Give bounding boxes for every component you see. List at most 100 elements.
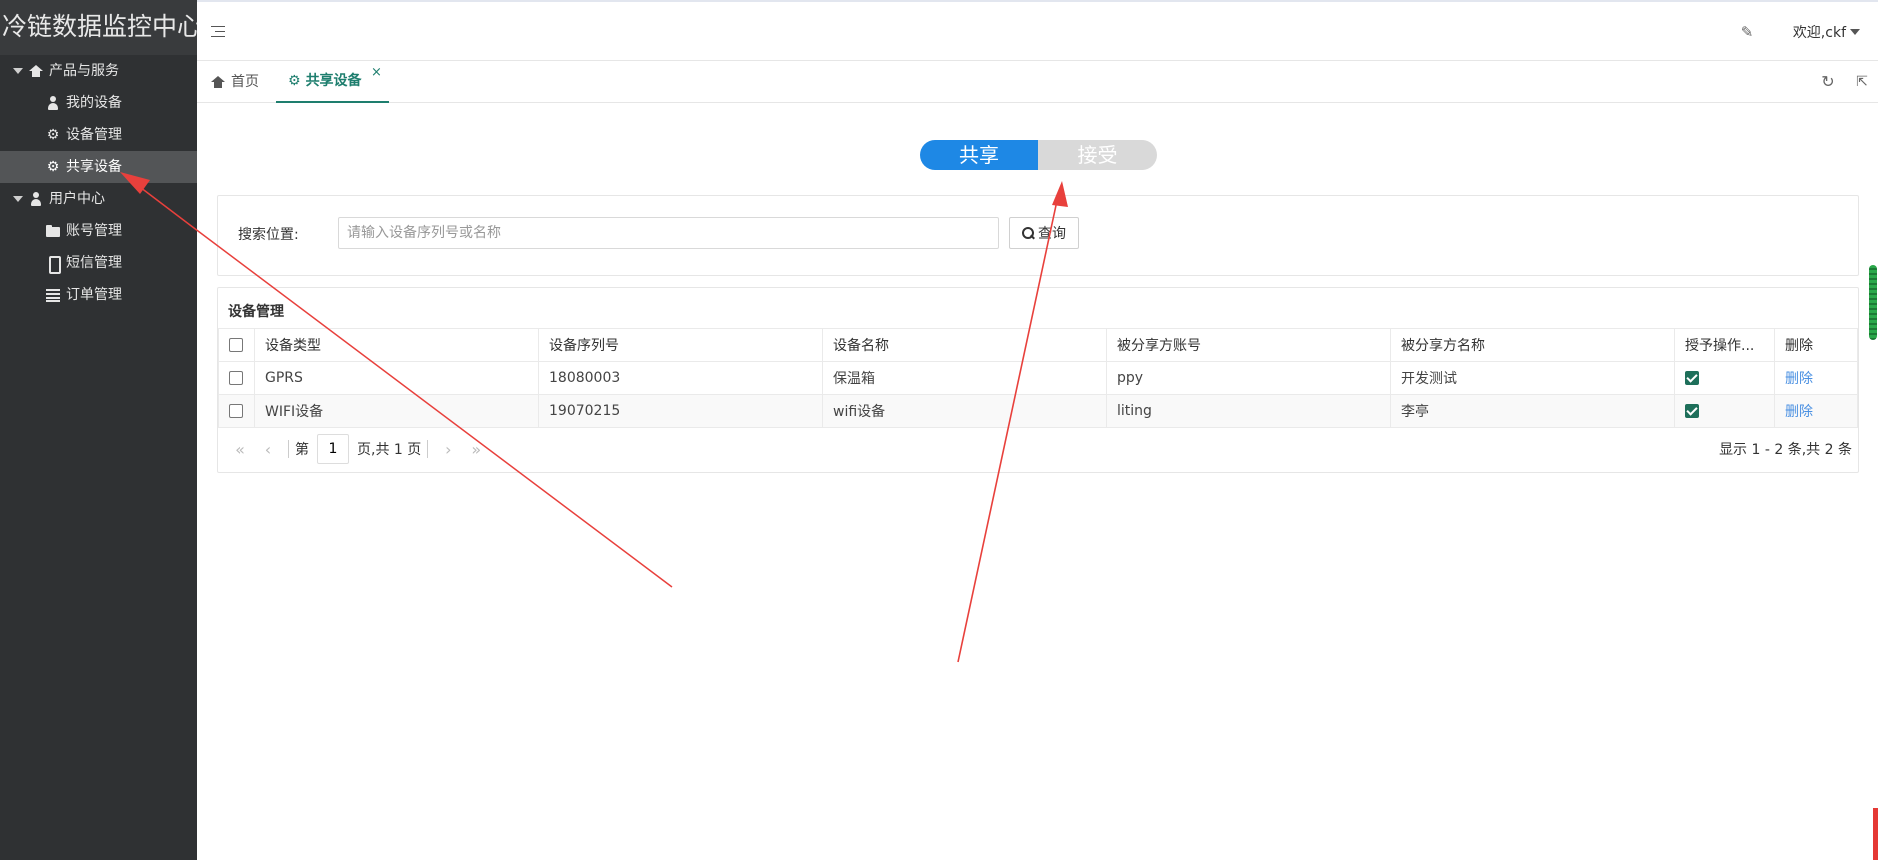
user-icon [29,192,43,206]
sidebar-group-user-center[interactable]: 用户中心 [0,183,197,215]
tab-bar: 首页 ⚙ 共享设备 × ↻ ⇱ [197,61,1878,103]
device-name-cell: 保温箱 [822,361,1107,395]
search-panel: 搜索位置: 查询 [217,195,1859,276]
gear-icon: ⚙ [46,127,60,143]
folder-icon [46,224,60,238]
column-header[interactable]: 设备名称 [822,328,1107,362]
sidebar-item-label: 短信管理 [66,255,122,271]
grant-cell [1674,394,1775,428]
column-header[interactable]: 被分享方账号 [1106,328,1391,362]
row-select-cell [218,361,255,395]
sidebar-item-shared-devices[interactable]: ⚙ 共享设备 [0,151,197,183]
column-header[interactable]: 删除 [1774,328,1858,362]
grant-operation-checkbox[interactable] [1685,404,1699,418]
delete-cell: 删除 [1774,361,1858,395]
external-link-icon[interactable]: ⇱ [1854,74,1870,90]
sidebar-item-label: 我的设备 [66,95,122,111]
query-button-label: 查询 [1038,226,1066,242]
delete-link[interactable]: 删除 [1785,404,1813,420]
next-page-icon[interactable]: › [434,440,462,459]
sidebar-item-sms-management[interactable]: 短信管理 [0,247,197,279]
column-header[interactable]: 被分享方名称 [1390,328,1675,362]
sidebar-item-order-management[interactable]: 订单管理 [0,279,197,311]
device-type-cell: GPRS [254,361,539,395]
row-select-cell [218,394,255,428]
receive-toggle-button[interactable]: 接受 [1038,140,1157,170]
search-label: 搜索位置: [238,227,299,243]
app-title: 冷链数据监控中心 [0,0,197,55]
list-icon [46,288,60,302]
tab-label: 共享设备 [305,73,362,89]
table-row: WIFI设备 19070215 wifi设备 liting 李亭 删除 [218,394,1858,428]
close-icon[interactable]: × [371,66,382,80]
column-header[interactable]: 设备类型 [254,328,539,362]
pagination: « ‹ 第 页,共 1 页 › » [226,434,490,464]
caret-down-icon [13,68,23,74]
column-header[interactable]: 设备序列号 [538,328,823,362]
device-table-panel: 设备管理 设备类型 设备序列号 设备名称 被分享方账号 被分享方名称 授予操作.… [217,287,1859,473]
grant-cell [1674,361,1775,395]
device-type-cell: WIFI设备 [254,394,539,428]
scrollbar-thumb[interactable] [1869,265,1877,340]
mobile-phone-icon [46,256,61,274]
shared-account-cell: liting [1106,394,1391,428]
table-header-row: 设备类型 设备序列号 设备名称 被分享方账号 被分享方名称 授予操作... 删除 [218,328,1858,362]
shared-account-cell: ppy [1106,361,1391,395]
row-checkbox[interactable] [229,404,243,418]
table-row: GPRS 18080003 保温箱 ppy 开发测试 删除 [218,361,1858,395]
sidebar-item-label: 订单管理 [66,287,122,303]
sidebar-item-label: 共享设备 [66,159,122,175]
palette-icon[interactable]: ✎ [1739,24,1755,40]
share-toggle-button[interactable]: 共享 [920,140,1038,170]
sidebar-item-device-management[interactable]: ⚙ 设备管理 [0,119,197,151]
hamburger-icon[interactable] [211,26,225,37]
last-page-icon[interactable]: » [462,440,490,459]
query-button[interactable]: 查询 [1009,217,1079,249]
pager-divider [427,440,429,458]
caret-down-icon [1850,29,1860,35]
search-icon [1022,227,1034,239]
pager-divider [288,440,289,458]
sidebar-item-my-devices[interactable]: 我的设备 [0,87,197,119]
tab-home[interactable]: 首页 [211,61,259,103]
user-menu[interactable]: 欢迎,ckf [1793,22,1860,42]
sidebar-item-account-management[interactable]: 账号管理 [0,215,197,247]
delete-cell: 删除 [1774,394,1858,428]
sidebar-item-label: 账号管理 [66,223,122,239]
select-all-cell [218,328,255,362]
gear-icon: ⚙ [288,73,301,89]
edge-marker [1873,808,1878,860]
home-icon [211,75,225,89]
device-serial-cell: 18080003 [538,361,823,395]
select-all-checkbox[interactable] [229,338,243,352]
gear-icon: ⚙ [46,159,60,175]
sidebar-group-products[interactable]: 产品与服务 [0,55,197,87]
device-name-cell: wifi设备 [822,394,1107,428]
grant-operation-checkbox[interactable] [1685,371,1699,385]
top-bar: ✎ 欢迎,ckf [197,0,1878,61]
search-input[interactable] [338,217,999,249]
device-table: 设备类型 设备序列号 设备名称 被分享方账号 被分享方名称 授予操作... 删除… [218,328,1858,428]
share-receive-toggle: 共享 接受 [920,140,1157,170]
sidebar-group-label: 用户中心 [49,191,105,207]
shared-name-cell: 李亭 [1390,394,1675,428]
delete-link[interactable]: 删除 [1785,371,1813,387]
refresh-icon[interactable]: ↻ [1820,74,1836,90]
shared-name-cell: 开发测试 [1390,361,1675,395]
sidebar-item-label: 设备管理 [66,127,122,143]
pagination-info: 显示 1 - 2 条,共 2 条 [1719,442,1852,458]
page-suffix: 页,共 1 页 [357,442,422,458]
first-page-icon[interactable]: « [226,440,254,459]
welcome-text: 欢迎,ckf [1792,25,1846,41]
page-prefix: 第 [295,442,309,458]
sidebar-group-label: 产品与服务 [49,63,119,79]
device-serial-cell: 19070215 [538,394,823,428]
panel-title: 设备管理 [228,304,284,320]
row-checkbox[interactable] [229,371,243,385]
prev-page-icon[interactable]: ‹ [254,440,282,459]
caret-down-icon [13,196,23,202]
column-header[interactable]: 授予操作... [1674,328,1775,362]
sidebar: 冷链数据监控中心 产品与服务 我的设备 ⚙ 设备管理 ⚙ 共享设备 用户中心 账… [0,0,197,860]
tab-label: 首页 [231,74,259,90]
page-number-input[interactable] [317,434,349,464]
